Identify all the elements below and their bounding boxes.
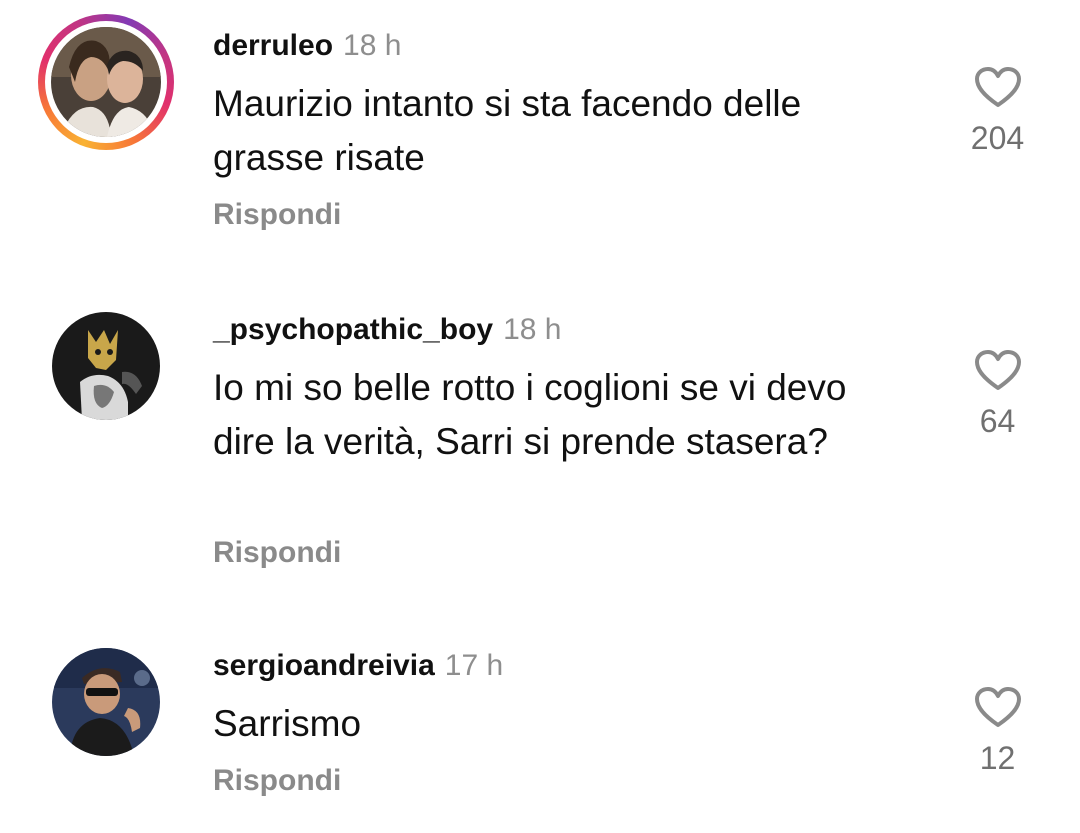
reply-button[interactable]: Rispondi xyxy=(213,763,341,799)
comment-text: Sarrismo xyxy=(213,703,362,744)
comment-username[interactable]: sergioandreivia xyxy=(213,649,435,682)
like-count: 12 xyxy=(979,740,1016,776)
comment-time: 17 h xyxy=(444,649,504,682)
comment-item: sergioandreivia 17 h Sarrismo Rispondi 12 xyxy=(0,0,1080,833)
avatar[interactable] xyxy=(52,648,160,756)
like-button[interactable]: 12 xyxy=(940,686,1055,776)
heart-outline-icon xyxy=(974,687,1021,727)
